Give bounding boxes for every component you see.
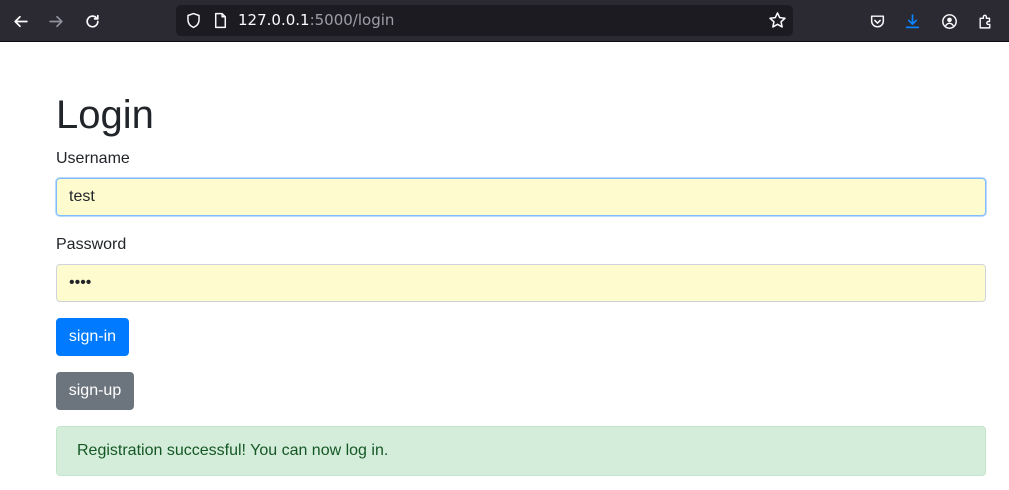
password-input[interactable] bbox=[56, 264, 986, 302]
extensions-icon bbox=[978, 14, 990, 29]
url-path: :5000/login bbox=[309, 11, 395, 29]
pocket-button[interactable] bbox=[864, 8, 890, 34]
success-alert: Registration successful! You can now log… bbox=[56, 426, 986, 476]
downloads-button[interactable] bbox=[899, 8, 925, 34]
url-bar[interactable]: 127.0.0.1:5000/login bbox=[176, 5, 793, 36]
url-host: 127.0.0.1 bbox=[238, 11, 310, 29]
download-icon bbox=[905, 13, 919, 28]
back-arrow-icon bbox=[13, 15, 28, 27]
page-icon[interactable] bbox=[212, 12, 229, 29]
url-text[interactable]: 127.0.0.1:5000/login bbox=[238, 12, 394, 29]
forward-arrow-icon bbox=[48, 15, 63, 27]
back-button[interactable] bbox=[7, 8, 33, 34]
extensions-button[interactable] bbox=[972, 8, 998, 34]
page-title: Login bbox=[56, 93, 154, 137]
username-input[interactable] bbox=[56, 178, 986, 216]
forward-button[interactable] bbox=[43, 8, 69, 34]
reload-button[interactable] bbox=[79, 8, 105, 34]
shield-icon[interactable] bbox=[185, 12, 202, 29]
sign-in-button[interactable]: sign-in bbox=[56, 318, 129, 356]
password-label: Password bbox=[56, 236, 127, 253]
pocket-icon bbox=[870, 14, 884, 28]
account-button[interactable] bbox=[936, 8, 962, 34]
sign-up-button[interactable]: sign-up bbox=[56, 372, 134, 410]
bookmark-star-icon[interactable] bbox=[768, 11, 787, 30]
browser-toolbar: 127.0.0.1:5000/login bbox=[0, 0, 1009, 42]
username-label: Username bbox=[56, 150, 130, 167]
reload-icon bbox=[85, 14, 99, 28]
account-icon bbox=[941, 13, 957, 29]
